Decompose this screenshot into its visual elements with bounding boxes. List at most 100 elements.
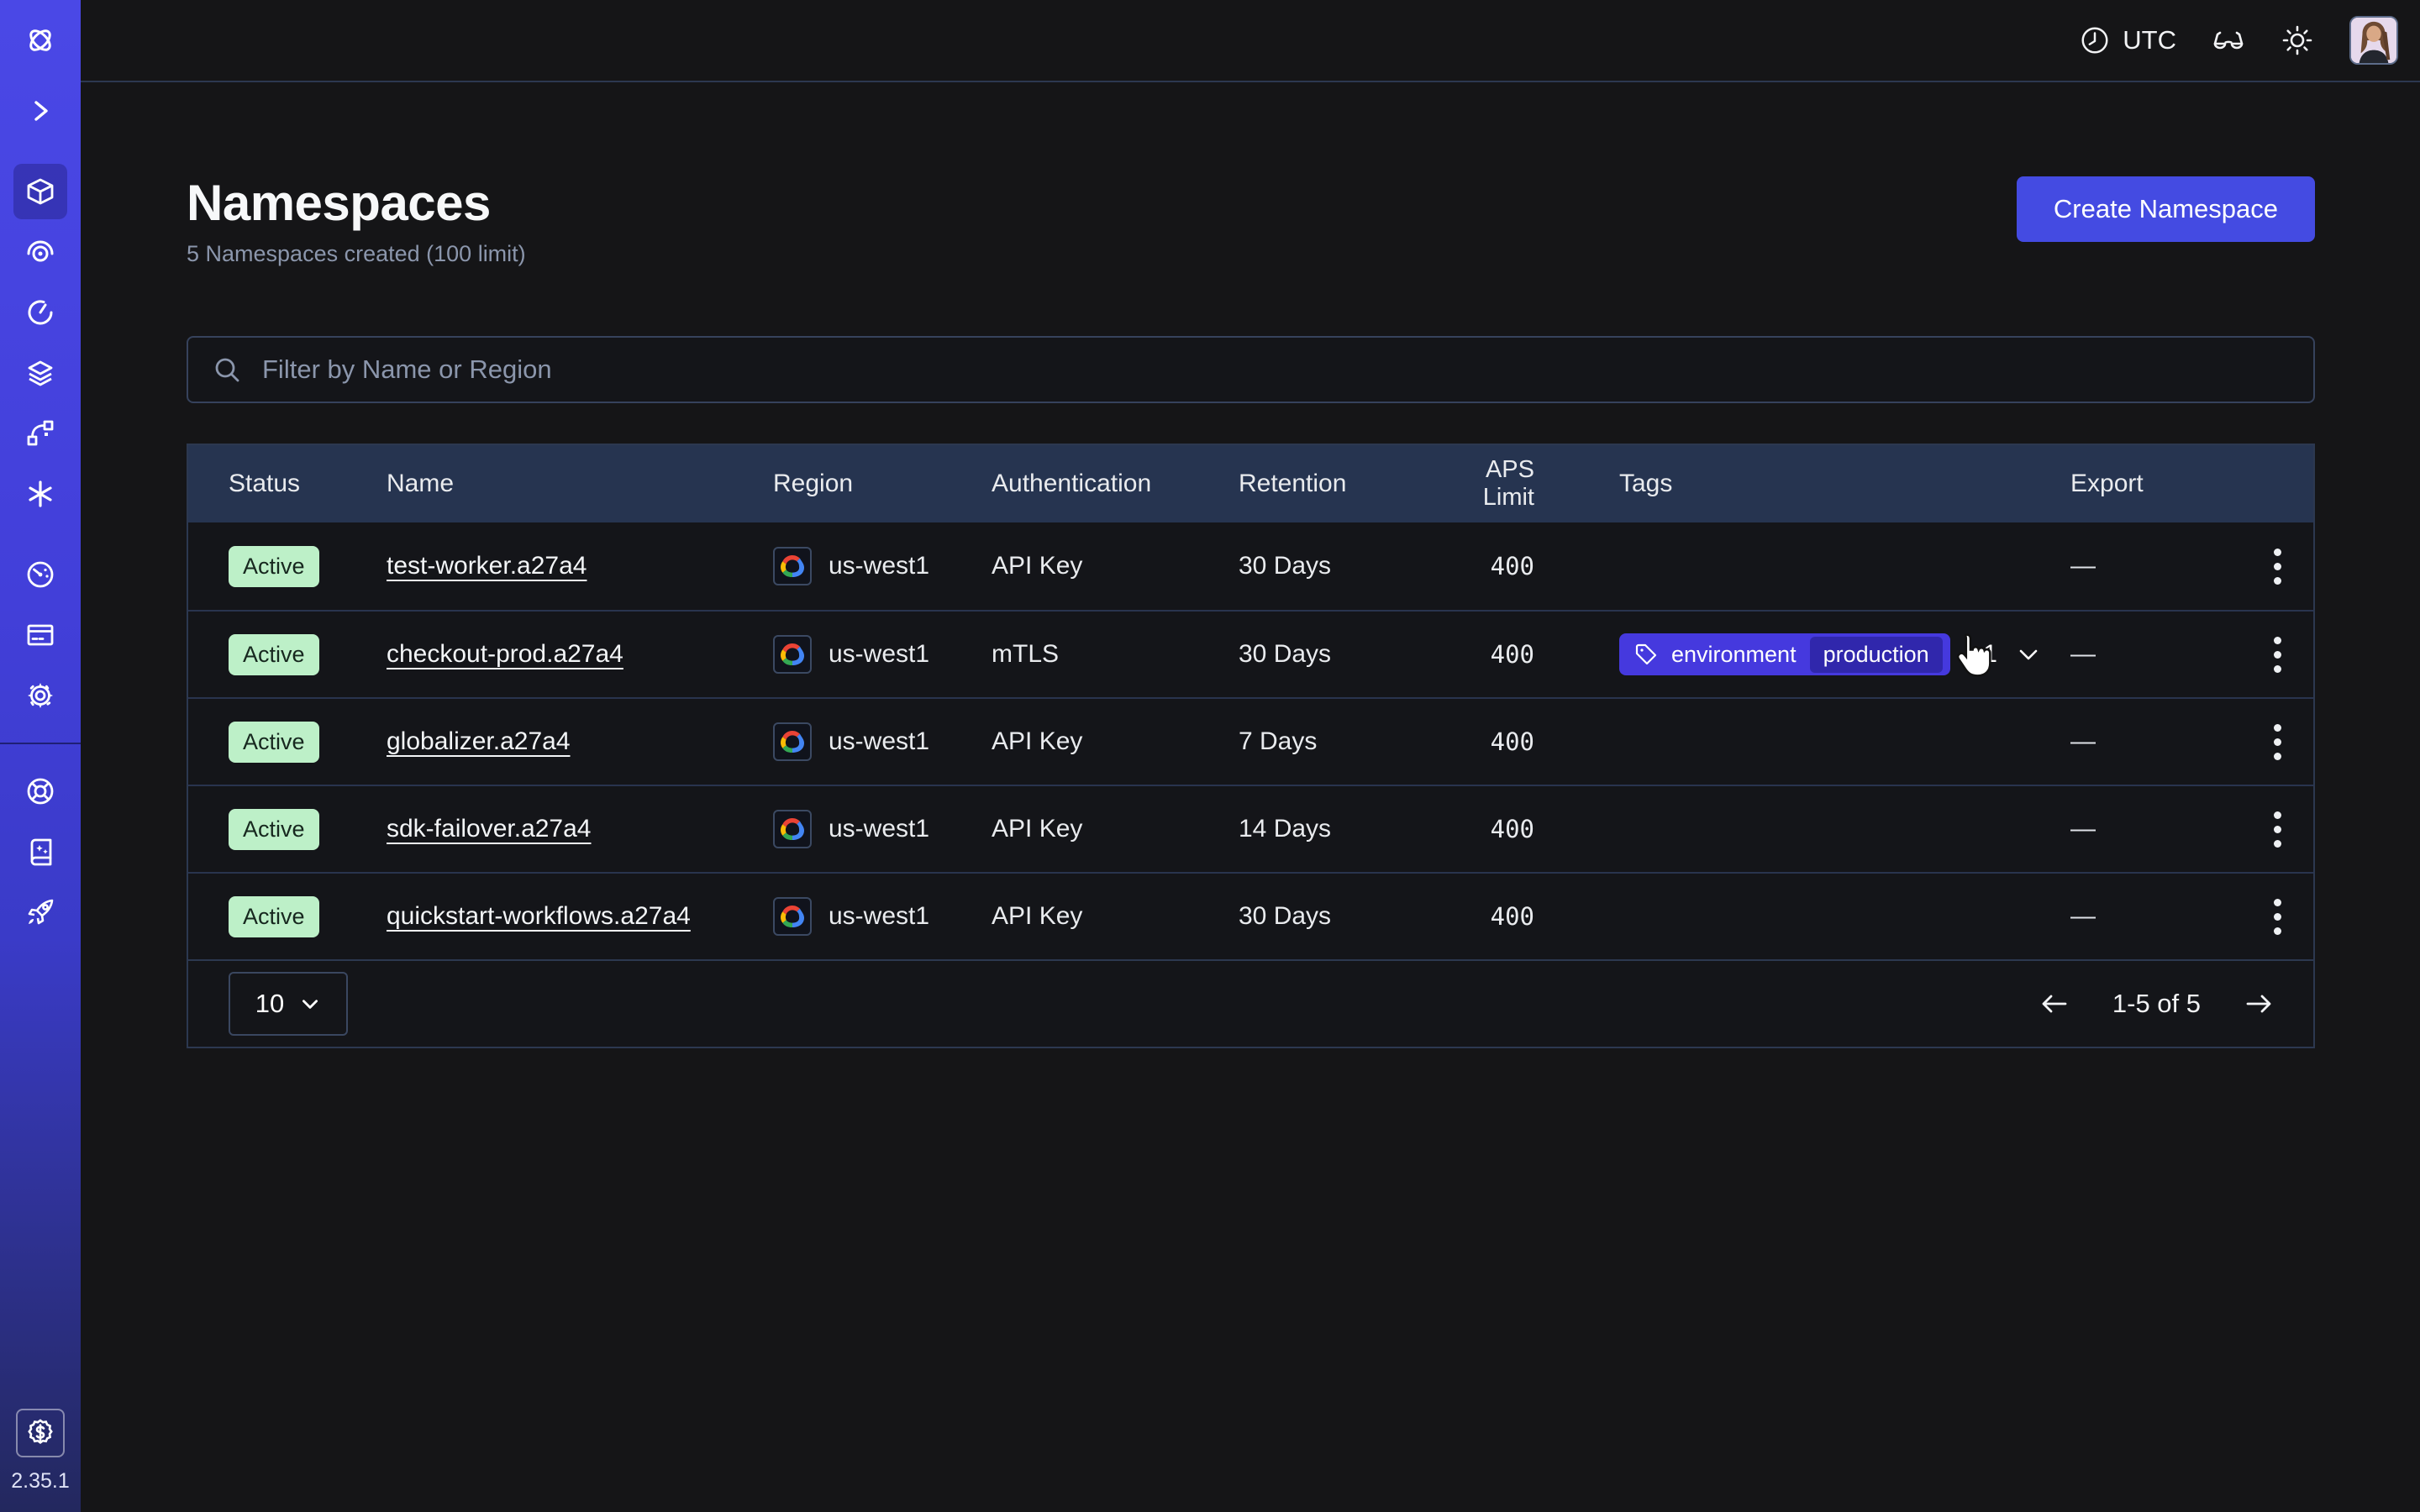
region-cell: us-west1 <box>773 722 992 761</box>
sidebar-item-nexus[interactable] <box>0 403 81 464</box>
sidebar-item-batch-operations[interactable] <box>0 464 81 524</box>
name-cell: checkout-prod.a27a4 <box>387 640 773 669</box>
google-cloud-icon <box>773 897 812 936</box>
region-cell: us-west1 <box>773 547 992 585</box>
export-cell: — <box>2070 640 2241 669</box>
export-cell: — <box>2070 902 2241 931</box>
col-export: Export <box>2070 470 2241 498</box>
row-actions-kebab-icon[interactable] <box>2265 803 2290 856</box>
region-label: us-west1 <box>829 902 929 931</box>
authentication-cell: API Key <box>992 815 1239 843</box>
sidebar-item-support[interactable] <box>0 761 81 822</box>
namespace-link[interactable]: test-worker.a27a4 <box>387 552 587 580</box>
page-size-select[interactable]: 10 <box>229 972 348 1036</box>
arrow-right-icon <box>2241 986 2276 1021</box>
authentication-cell: API Key <box>992 902 1239 931</box>
filter-search-box[interactable] <box>187 336 2315 403</box>
sidebar-item-deployments[interactable] <box>0 343 81 403</box>
col-retention: Retention <box>1239 470 1430 498</box>
google-cloud-icon <box>773 722 812 761</box>
namespace-link[interactable]: quickstart-workflows.a27a4 <box>387 902 691 930</box>
timezone-selector[interactable]: UTC <box>2079 24 2176 56</box>
prev-page-button[interactable] <box>2037 986 2072 1021</box>
billing-card-icon <box>25 620 55 650</box>
tag-icon <box>1634 643 1658 666</box>
layers-icon <box>25 358 55 388</box>
chevron-down-icon <box>299 993 321 1015</box>
theme-sun-icon[interactable] <box>2281 24 2314 57</box>
temporal-logo-icon[interactable] <box>0 0 81 81</box>
table-header: Status Name Region Authentication Retent… <box>188 445 2313 522</box>
sidebar-item-schedules[interactable] <box>0 282 81 343</box>
create-namespace-button[interactable]: Create Namespace <box>2017 176 2315 242</box>
page-range-label: 1-5 of 5 <box>2112 989 2201 1019</box>
retention-cell: 30 Days <box>1239 640 1430 669</box>
tag-pill[interactable]: environment production <box>1619 633 1950 675</box>
authentication-cell: API Key <box>992 727 1239 756</box>
asterisk-icon <box>25 479 55 509</box>
pagination-bar: 10 1-5 of 5 <box>188 959 2313 1047</box>
name-cell: test-worker.a27a4 <box>387 552 773 580</box>
col-region: Region <box>773 470 992 498</box>
expand-sidebar-chevron-icon[interactable] <box>0 81 81 141</box>
aps-limit-cell: 400 <box>1430 727 1534 756</box>
retention-cell: 30 Days <box>1239 552 1430 580</box>
app-root: 2.35.1 UTC <box>0 0 2420 1512</box>
sidebar-item-docs[interactable] <box>0 822 81 882</box>
timezone-label: UTC <box>2123 25 2176 55</box>
version-label: 2.35.1 <box>11 1469 70 1494</box>
tag-more-count: +1 <box>1969 640 1997 669</box>
namespace-link[interactable]: checkout-prod.a27a4 <box>387 640 623 668</box>
region-cell: us-west1 <box>773 810 992 848</box>
region-cell: us-west1 <box>773 635 992 674</box>
row-actions-kebab-icon[interactable] <box>2265 716 2290 769</box>
retention-cell: 7 Days <box>1239 727 1430 756</box>
page-subtitle: 5 Namespaces created (100 limit) <box>187 241 526 267</box>
name-cell: globalizer.a27a4 <box>387 727 773 756</box>
namespace-link[interactable]: globalizer.a27a4 <box>387 727 571 755</box>
filter-input[interactable] <box>260 354 2290 386</box>
glasses-icon[interactable] <box>2212 24 2245 57</box>
tag-value: production <box>1810 637 1943 673</box>
table-body: Active test-worker.a27a4 us-west1 API Ke… <box>188 522 2313 959</box>
row-actions-kebab-icon[interactable] <box>2265 890 2290 943</box>
aps-limit-cell: 400 <box>1430 552 1534 580</box>
authentication-cell: API Key <box>992 552 1239 580</box>
namespace-link[interactable]: sdk-failover.a27a4 <box>387 815 592 843</box>
aps-limit-cell: 400 <box>1430 902 1534 931</box>
aps-limit-cell: 400 <box>1430 815 1534 843</box>
google-cloud-icon <box>773 547 812 585</box>
row-actions-kebab-icon[interactable] <box>2265 540 2290 593</box>
region-label: us-west1 <box>829 552 929 580</box>
sidebar-item-settings[interactable] <box>0 665 81 726</box>
status-cell: Active <box>229 809 387 850</box>
sidebar-item-billing[interactable] <box>0 605 81 665</box>
tags-cell: environment production +1 <box>1534 633 2070 675</box>
tag-group: environment production +1 <box>1619 633 2041 675</box>
sidebar-item-quickstart[interactable] <box>0 882 81 942</box>
next-page-button[interactable] <box>2241 986 2276 1021</box>
sidebar-item-usage[interactable] <box>0 544 81 605</box>
tag-expand-chevron-icon[interactable] <box>2016 642 2041 667</box>
row-actions-kebab-icon[interactable] <box>2265 628 2290 681</box>
namespaces-table: Status Name Region Authentication Retent… <box>187 444 2315 1048</box>
region-cell: us-west1 <box>773 897 992 936</box>
sidebar: 2.35.1 <box>0 0 81 1512</box>
user-avatar[interactable] <box>2349 16 2398 65</box>
sidebar-item-workflows[interactable] <box>0 222 81 282</box>
google-cloud-icon <box>773 810 812 848</box>
clock-icon <box>2079 24 2111 56</box>
status-cell: Active <box>229 634 387 675</box>
gear-icon <box>25 680 55 711</box>
credits-badge-icon[interactable] <box>16 1409 65 1457</box>
table-row: Active checkout-prod.a27a4 us-west1 mTLS… <box>188 610 2313 697</box>
main-content: Namespaces 5 Namespaces created (100 lim… <box>81 82 2420 1512</box>
sidebar-item-namespaces[interactable] <box>0 161 81 222</box>
rocket-icon <box>25 897 55 927</box>
status-badge: Active <box>229 546 319 587</box>
lifebuoy-icon <box>25 776 55 806</box>
name-cell: sdk-failover.a27a4 <box>387 815 773 843</box>
swirl-icon <box>25 237 55 267</box>
tag-key: environment <box>1671 642 1797 668</box>
status-badge: Active <box>229 634 319 675</box>
